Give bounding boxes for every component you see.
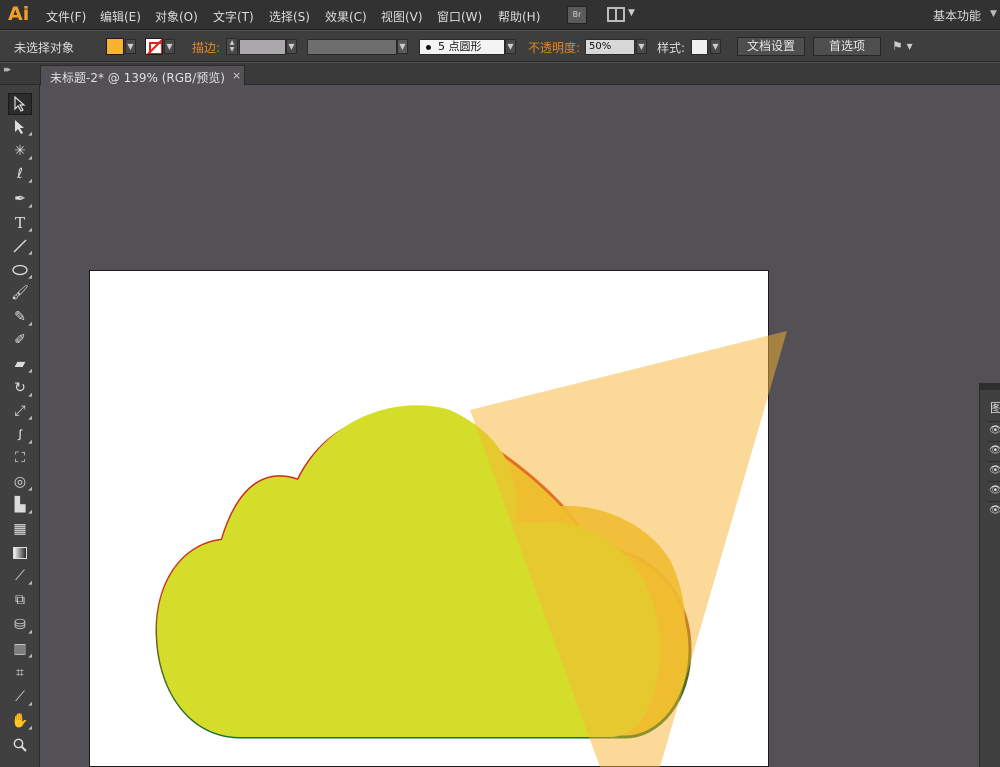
canvas-artwork <box>155 331 787 767</box>
panel-header <box>980 383 1000 390</box>
eye-icon[interactable]: 👁 <box>989 445 1000 456</box>
panel-tab-icon[interactable]: 图 <box>990 399 1000 416</box>
layers-panel: 图 👁 👁 👁 👁 👁 <box>979 383 1000 767</box>
layer-row[interactable]: 👁 <box>987 421 1000 441</box>
layer-row[interactable]: 👁 <box>987 441 1000 461</box>
eye-icon[interactable]: 👁 <box>989 425 1000 436</box>
eye-icon[interactable]: 👁 <box>989 485 1000 496</box>
eye-icon[interactable]: 👁 <box>989 465 1000 476</box>
eye-icon[interactable]: 👁 <box>989 505 1000 516</box>
layer-row[interactable]: 👁 <box>987 461 1000 481</box>
layer-row[interactable]: 👁 <box>987 481 1000 501</box>
layer-row[interactable]: 👁 <box>987 501 1000 521</box>
